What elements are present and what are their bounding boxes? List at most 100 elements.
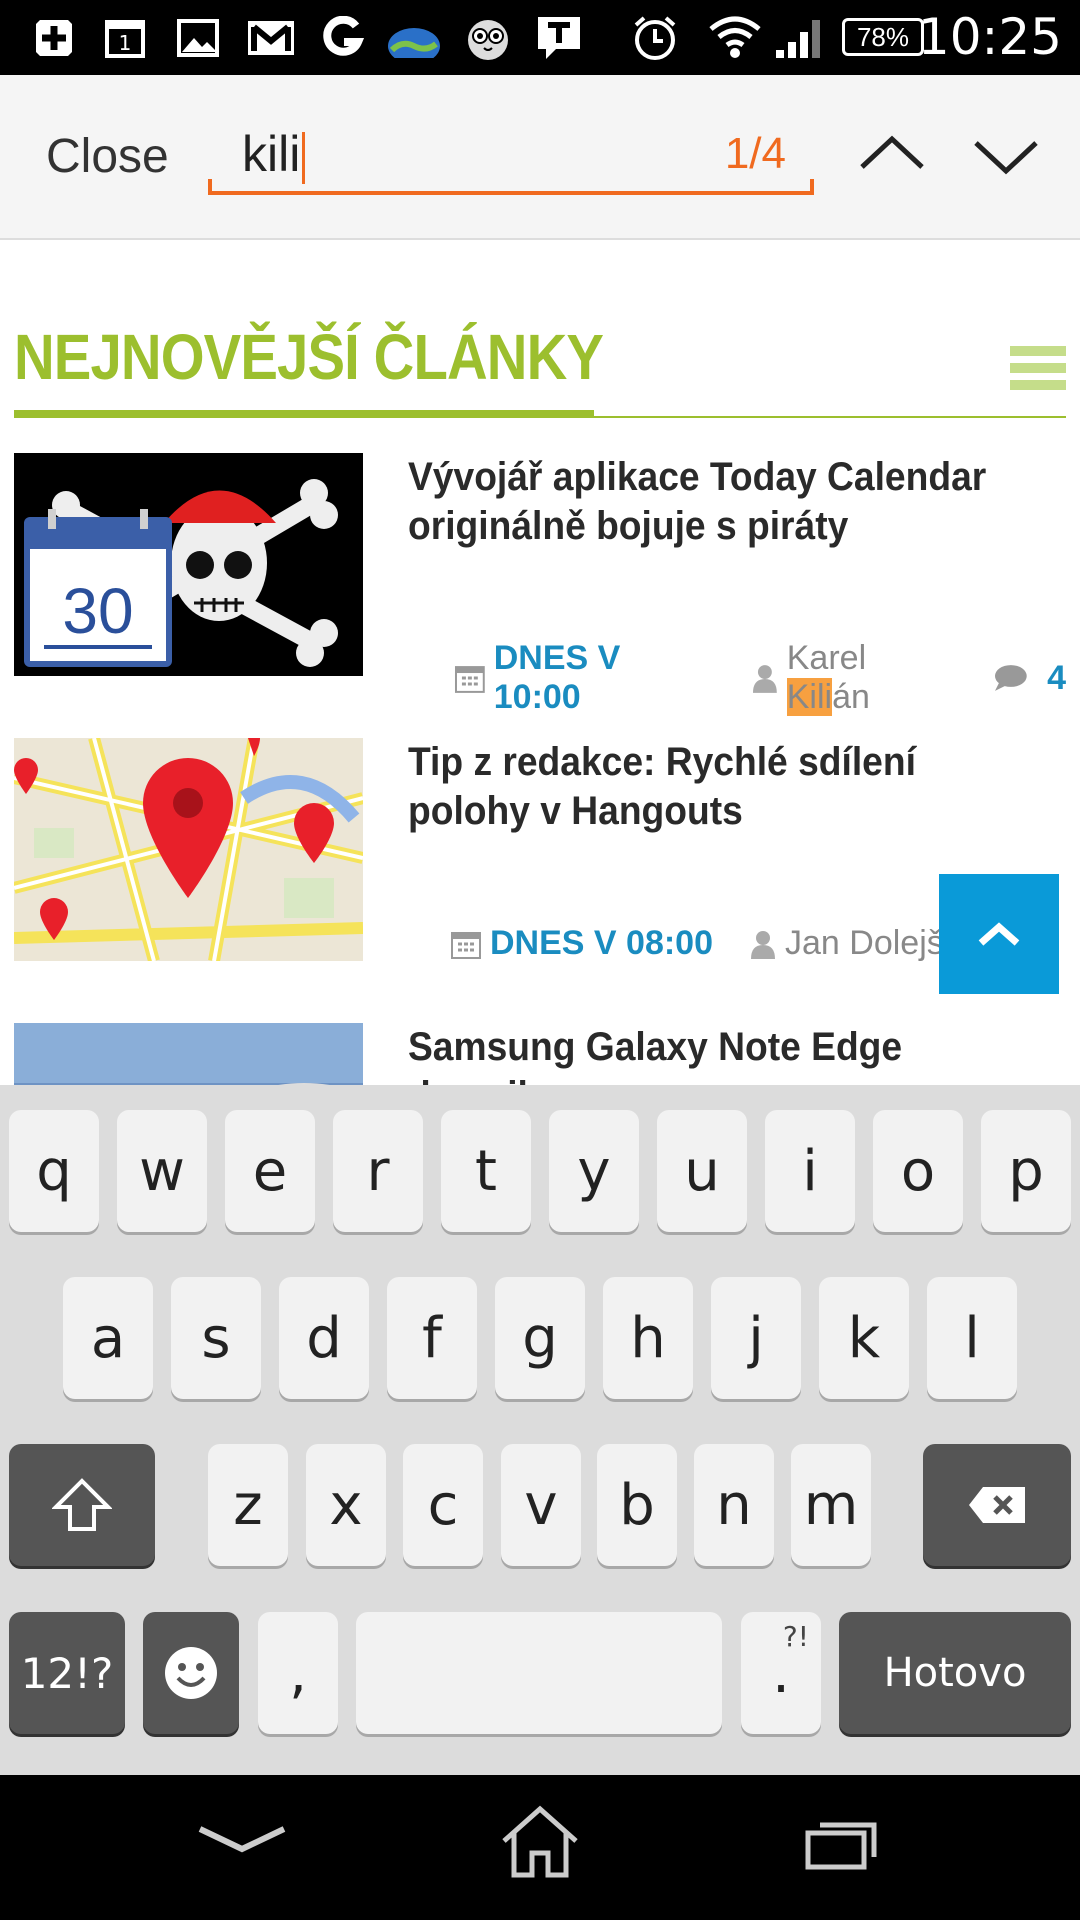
comment-count[interactable]: 4 — [1047, 659, 1066, 698]
key-u[interactable]: u — [657, 1110, 747, 1232]
t-message-icon — [534, 14, 584, 62]
key-q[interactable]: q — [9, 1110, 99, 1232]
key-n[interactable]: n — [694, 1444, 774, 1566]
article-item[interactable]: Tip z redakce: Rychlé sdílení polohy v H… — [14, 738, 1066, 968]
calendar-icon — [454, 666, 485, 693]
next-match-button[interactable] — [966, 115, 1046, 195]
article-title[interactable]: Vývojář aplikace Today Calendar originál… — [408, 453, 1022, 551]
key-l[interactable]: l — [927, 1277, 1017, 1399]
g-app-icon — [320, 14, 364, 62]
recent-apps-button[interactable] — [804, 1817, 878, 1876]
section-underline — [14, 410, 594, 418]
alarm-icon — [630, 14, 680, 62]
gmail-icon — [246, 14, 296, 62]
menu-icon[interactable] — [1010, 346, 1066, 394]
key-z[interactable]: z — [208, 1444, 288, 1566]
key-c[interactable]: c — [403, 1444, 483, 1566]
recent-apps-icon — [805, 1822, 877, 1870]
key-i[interactable]: i — [765, 1110, 855, 1232]
navigation-bar — [0, 1775, 1080, 1920]
article-title[interactable]: Samsung Galaxy Note Edge dorazil — [408, 1023, 1022, 1085]
user-icon — [751, 930, 775, 959]
battery-indicator: 78% — [842, 18, 924, 56]
key-h[interactable]: h — [603, 1277, 693, 1399]
key-x[interactable]: x — [306, 1444, 386, 1566]
signal-icon — [774, 14, 824, 62]
owl-app-icon — [464, 14, 512, 62]
key-b[interactable]: b — [597, 1444, 677, 1566]
search-match-highlight: Kili — [786, 678, 833, 716]
text-caret — [302, 131, 306, 184]
key-o[interactable]: o — [873, 1110, 963, 1232]
back-to-top-button[interactable] — [939, 874, 1059, 994]
clock: 10:25 — [917, 8, 1062, 66]
symbols-key[interactable]: 12!? — [9, 1612, 125, 1734]
article-author[interactable]: Jan Dolejš — [785, 924, 944, 963]
article-item[interactable]: Samsung Galaxy Note Edge dorazil — [14, 1023, 1066, 1085]
smiley-icon — [165, 1647, 217, 1699]
chevron-up-icon — [978, 922, 1020, 946]
period-hint: ?! — [782, 1620, 809, 1653]
space-key[interactable] — [356, 1612, 722, 1734]
status-bar: 1 78% 10:25 — [0, 0, 1080, 75]
key-f[interactable]: f — [387, 1277, 477, 1399]
key-j[interactable]: j — [711, 1277, 801, 1399]
key-e[interactable]: e — [225, 1110, 315, 1232]
home-button[interactable] — [498, 1805, 582, 1884]
article-thumbnail[interactable] — [14, 1023, 363, 1085]
key-m[interactable]: m — [791, 1444, 871, 1566]
svg-text:1: 1 — [119, 31, 132, 55]
back-button[interactable] — [196, 1819, 288, 1864]
svg-text:30: 30 — [62, 575, 133, 647]
article-title[interactable]: Tip z redakce: Rychlé sdílení polohy v H… — [408, 738, 1022, 836]
period-key[interactable]: ?! . — [741, 1612, 821, 1734]
match-count: 1/4 — [724, 129, 786, 178]
previous-match-button[interactable] — [852, 115, 932, 195]
key-v[interactable]: v — [501, 1444, 581, 1566]
find-input[interactable]: kili 1/4 — [208, 117, 814, 195]
wifi-icon — [708, 14, 762, 62]
backspace-icon — [969, 1487, 1025, 1523]
web-content[interactable]: NEJNOVĚJŠÍ ČLÁNKY 30 Vývojář aplikace To… — [0, 240, 1080, 1085]
find-query-text: kili — [242, 125, 306, 184]
key-w[interactable]: w — [117, 1110, 207, 1232]
weather-globe-icon — [386, 14, 442, 62]
key-r[interactable]: r — [333, 1110, 423, 1232]
key-p[interactable]: p — [981, 1110, 1071, 1232]
key-k[interactable]: k — [819, 1277, 909, 1399]
key-g[interactable]: g — [495, 1277, 585, 1399]
close-button[interactable]: Close — [46, 129, 169, 184]
emoji-key[interactable] — [143, 1612, 239, 1734]
comment-icon — [995, 665, 1028, 691]
hide-keyboard-icon — [198, 1826, 286, 1853]
calendar-icon — [451, 931, 481, 959]
article-date: DNES V 08:00 — [490, 924, 713, 962]
on-screen-keyboard: q w e r t y u i o p a s d f g h j k l z … — [0, 1085, 1080, 1775]
article-author[interactable]: Karel Kilián — [786, 639, 958, 717]
chevron-down-icon — [974, 141, 1038, 175]
backspace-key[interactable] — [923, 1444, 1071, 1566]
comma-key[interactable]: , — [258, 1612, 338, 1734]
section-title: NEJNOVĚJŠÍ ČLÁNKY — [14, 321, 604, 393]
find-in-page-bar: Close kili 1/4 — [0, 75, 1080, 240]
home-icon — [502, 1805, 578, 1878]
chevron-up-icon — [860, 135, 924, 169]
article-meta: DNES V 10:00 Karel Kilián 4 — [454, 639, 1066, 717]
user-icon — [752, 665, 777, 693]
shift-arrow-icon — [52, 1478, 112, 1531]
shift-key[interactable] — [9, 1444, 155, 1566]
article-thumbnail[interactable] — [14, 738, 363, 961]
key-d[interactable]: d — [279, 1277, 369, 1399]
article-date: DNES V 10:00 — [493, 639, 621, 716]
key-s[interactable]: s — [171, 1277, 261, 1399]
article-item[interactable]: 30 Vývojář aplikace Today Calendar origi… — [14, 453, 1066, 716]
plus-notification-icon — [32, 14, 76, 62]
key-t[interactable]: t — [441, 1110, 531, 1232]
key-y[interactable]: y — [549, 1110, 639, 1232]
article-meta: DNES V 08:00 Jan Dolejš — [450, 924, 944, 963]
image-icon — [176, 14, 220, 62]
key-a[interactable]: a — [63, 1277, 153, 1399]
article-thumbnail[interactable]: 30 — [14, 453, 363, 676]
done-key[interactable]: Hotovo — [839, 1612, 1071, 1734]
calendar-icon: 1 — [102, 14, 148, 62]
